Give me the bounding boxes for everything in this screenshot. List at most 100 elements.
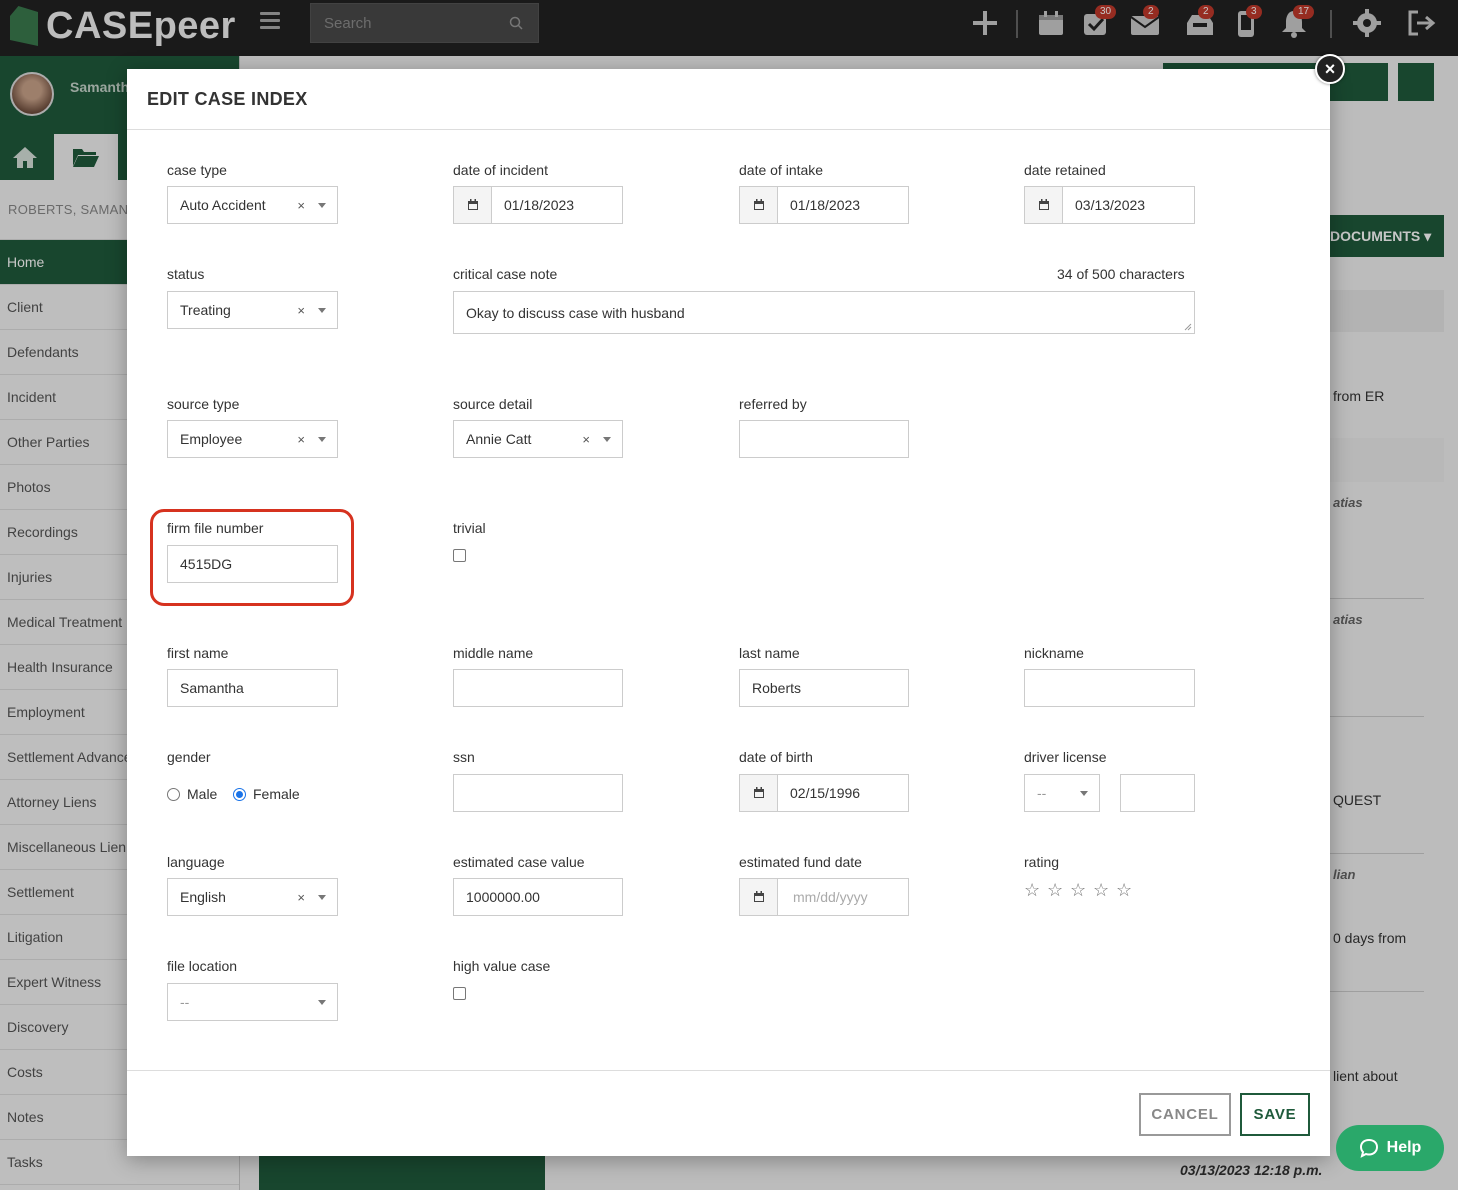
status-select[interactable]: Treating × [167, 291, 338, 329]
ssn-label: ssn [453, 749, 475, 765]
estimated-case-value-value: 1000000.00 [466, 889, 540, 905]
language-label: language [167, 854, 225, 870]
date-retained-value: 03/13/2023 [1075, 197, 1146, 213]
date-of-incident-label: date of incident [453, 162, 548, 178]
gender-label: gender [167, 749, 211, 765]
driver-license-input[interactable] [1120, 774, 1195, 812]
calendar-icon[interactable] [740, 775, 778, 811]
last-name-label: last name [739, 645, 800, 661]
gender-male-radio[interactable] [167, 788, 180, 801]
firm-file-number-value: 4515DG [180, 556, 233, 572]
calendar-icon[interactable] [740, 187, 778, 223]
trivial-label: trivial [453, 520, 486, 536]
source-type-select[interactable]: Employee × [167, 420, 338, 458]
date-of-birth-field[interactable]: 02/15/1996 [739, 774, 909, 812]
file-location-value: -- [180, 994, 190, 1010]
save-button[interactable]: SAVE [1240, 1093, 1310, 1136]
file-location-select[interactable]: -- [167, 983, 338, 1021]
critical-case-note-textarea[interactable]: Okay to discuss case with husband [453, 291, 1195, 334]
first-name-value: Samantha [180, 680, 244, 696]
chevron-down-icon [1080, 791, 1088, 796]
close-modal-button[interactable]: × [1315, 54, 1345, 84]
clear-icon[interactable]: × [582, 432, 590, 447]
chevron-down-icon [318, 1000, 326, 1005]
date-of-incident-value: 01/18/2023 [504, 197, 575, 213]
date-of-incident-field[interactable]: 01/18/2023 [453, 186, 623, 224]
trivial-checkbox[interactable] [453, 549, 466, 562]
chevron-down-icon [318, 437, 326, 442]
nickname-input[interactable] [1024, 669, 1195, 707]
case-type-value: Auto Accident [180, 197, 266, 213]
driver-license-state-value: -- [1037, 785, 1047, 801]
estimated-case-value-input[interactable]: 1000000.00 [453, 878, 623, 916]
modal-footer-divider [127, 1070, 1330, 1071]
language-select[interactable]: English × [167, 878, 338, 916]
driver-license-state-select[interactable]: -- [1024, 774, 1100, 812]
driver-license-label: driver license [1024, 749, 1107, 765]
last-name-value: Roberts [752, 680, 802, 696]
firm-file-number-label: firm file number [167, 520, 264, 536]
cancel-button[interactable]: CANCEL [1139, 1093, 1231, 1136]
character-counter: 34 of 500 characters [1057, 266, 1185, 282]
chevron-down-icon [318, 203, 326, 208]
firm-file-number-input[interactable]: 4515DG [167, 545, 338, 583]
case-type-label: case type [167, 162, 227, 178]
star-icon[interactable]: ☆ [1116, 880, 1132, 901]
language-value: English [180, 889, 226, 905]
resize-handle-icon[interactable] [1184, 323, 1192, 331]
star-icon[interactable]: ☆ [1047, 880, 1063, 901]
date-of-birth-label: date of birth [739, 749, 813, 765]
referred-by-input[interactable] [739, 420, 909, 458]
clear-icon[interactable]: × [297, 432, 305, 447]
middle-name-label: middle name [453, 645, 534, 661]
date-retained-label: date retained [1024, 162, 1106, 178]
nickname-label: nickname [1024, 645, 1084, 661]
high-value-case-checkbox[interactable] [453, 987, 466, 1000]
ssn-input[interactable] [453, 774, 623, 812]
calendar-icon[interactable] [740, 879, 778, 915]
source-type-label: source type [167, 396, 240, 412]
gender-female-label[interactable]: Female [253, 786, 300, 802]
chevron-down-icon [318, 308, 326, 313]
modal-title: EDIT CASE INDEX [147, 88, 308, 109]
date-of-intake-field[interactable]: 01/18/2023 [739, 186, 909, 224]
estimated-case-value-label: estimated case value [453, 854, 585, 870]
chevron-down-icon [318, 895, 326, 900]
star-icon[interactable]: ☆ [1024, 880, 1040, 901]
clear-icon[interactable]: × [297, 303, 305, 318]
rating-label: rating [1024, 854, 1060, 870]
star-icon[interactable]: ☆ [1093, 880, 1109, 901]
estimated-fund-date-placeholder: mm/dd/yyyy [793, 889, 868, 905]
status-value: Treating [180, 302, 231, 318]
status-label: status [167, 266, 205, 282]
date-of-birth-value: 02/15/1996 [790, 785, 861, 801]
gender-male-label[interactable]: Male [187, 786, 217, 802]
chat-bubble-icon [1359, 1138, 1378, 1158]
source-detail-label: source detail [453, 396, 533, 412]
source-type-value: Employee [180, 431, 243, 447]
date-retained-field[interactable]: 03/13/2023 [1024, 186, 1195, 224]
file-location-label: file location [167, 958, 238, 974]
estimated-fund-date-field[interactable]: mm/dd/yyyy [739, 878, 909, 916]
date-of-intake-value: 01/18/2023 [790, 197, 861, 213]
case-type-select[interactable]: Auto Accident × [167, 186, 338, 224]
calendar-icon[interactable] [454, 187, 492, 223]
gender-female-radio[interactable] [233, 788, 246, 801]
critical-case-note-value: Okay to discuss case with husband [466, 304, 685, 321]
help-button[interactable]: Help [1336, 1125, 1444, 1171]
critical-case-note-label: critical case note [453, 266, 558, 282]
date-of-intake-label: date of intake [739, 162, 824, 178]
source-detail-select[interactable]: Annie Catt × [453, 420, 623, 458]
estimated-fund-date-label: estimated fund date [739, 854, 862, 870]
help-label: Help [1386, 1139, 1422, 1156]
last-name-input[interactable]: Roberts [739, 669, 909, 707]
clear-icon[interactable]: × [297, 198, 305, 213]
close-icon: × [1324, 58, 1336, 79]
referred-by-label: referred by [739, 396, 807, 412]
first-name-input[interactable]: Samantha [167, 669, 338, 707]
middle-name-input[interactable] [453, 669, 623, 707]
star-icon[interactable]: ☆ [1070, 880, 1086, 901]
high-value-case-label: high value case [453, 958, 551, 974]
clear-icon[interactable]: × [297, 890, 305, 905]
calendar-icon[interactable] [1025, 187, 1063, 223]
